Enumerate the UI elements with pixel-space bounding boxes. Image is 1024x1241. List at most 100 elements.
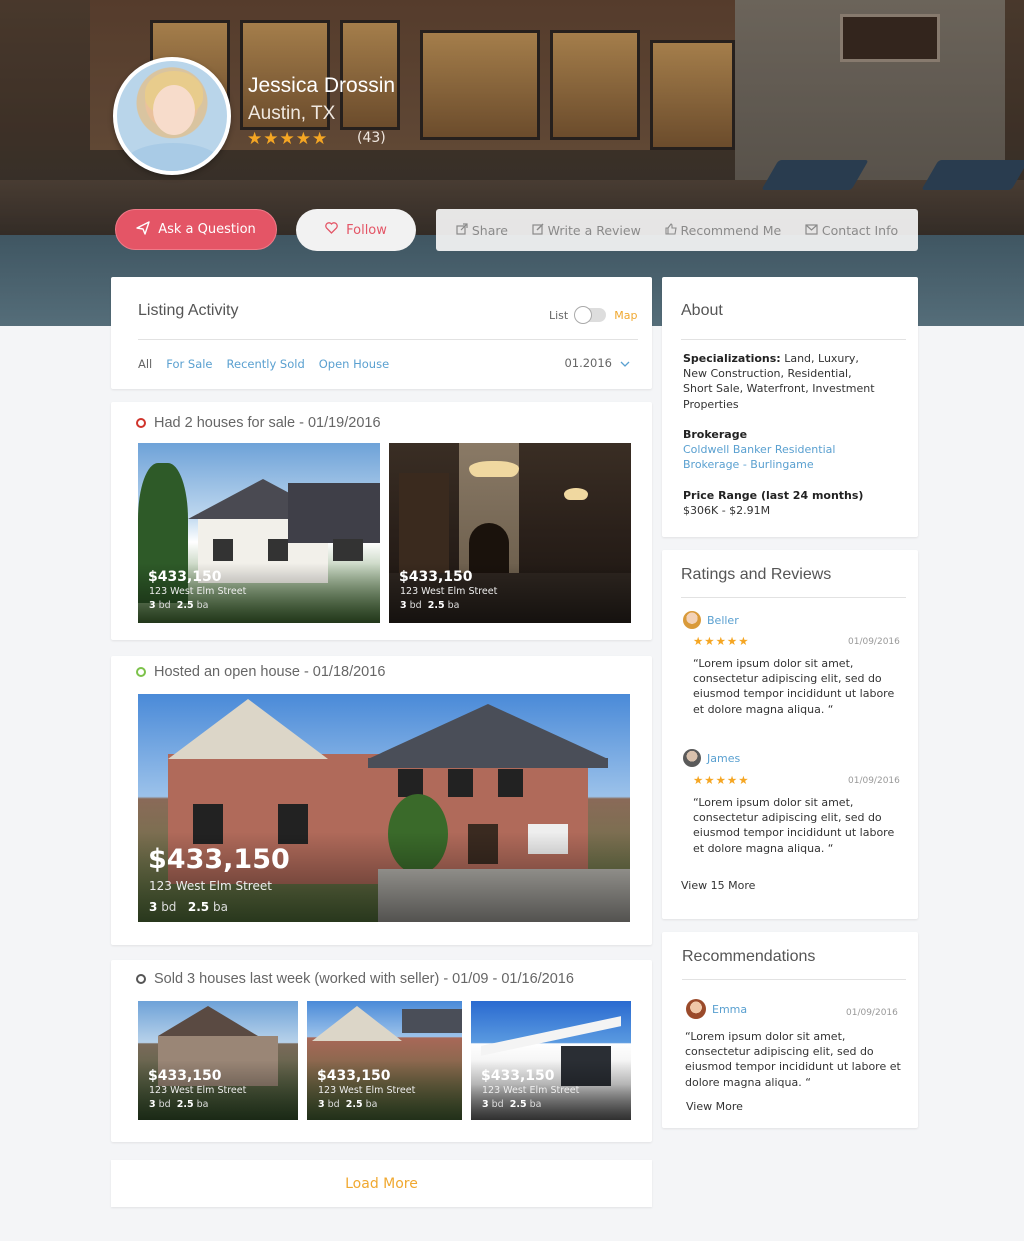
- listing-card[interactable]: $433,150 123 West Elm Street 3 bd 2.5 ba: [389, 443, 631, 623]
- recommendations-card: Recommendations Emma 01/09/2016 “Lorem i…: [662, 932, 918, 1128]
- share-button[interactable]: Share: [456, 223, 508, 238]
- reviewer[interactable]: James: [683, 749, 740, 767]
- date-filter-value: 01.2016: [564, 356, 612, 370]
- review-text: “Lorem ipsum dolor sit amet, consectetur…: [693, 657, 895, 716]
- listing-price: $433,150: [148, 569, 222, 585]
- send-icon: [136, 220, 150, 239]
- about-card: About Specializations: Land, Luxury, New…: [662, 277, 918, 537]
- activity-event-card: Sold 3 houses last week (worked with sel…: [111, 960, 652, 1142]
- listing-price: $433,150: [317, 1068, 391, 1084]
- listing-address: 123 West Elm Street: [149, 1085, 247, 1096]
- event-heading: Hosted an open house - 01/18/2016: [154, 664, 386, 680]
- share-label: Share: [471, 222, 508, 238]
- write-review-button[interactable]: Write a Review: [532, 223, 641, 238]
- listing-filters: All For Sale Recently Sold Open House: [138, 357, 389, 371]
- listing-specs: 3 bd 2.5 ba: [149, 900, 228, 914]
- listing-price: $433,150: [148, 1068, 222, 1084]
- agent-name: Jessica Drossin: [248, 74, 396, 97]
- listing-activity-title: Listing Activity: [138, 302, 239, 319]
- price-range-label: Price Range (last 24 months): [683, 489, 864, 502]
- activity-event-card: Had 2 houses for sale - 01/19/2016 $433,…: [111, 402, 652, 640]
- review-stars: ★★★★★: [693, 773, 750, 787]
- review-date: 01/09/2016: [848, 776, 900, 786]
- view-more-reviews-link[interactable]: View 15 More: [681, 878, 755, 893]
- listing-card[interactable]: $433,150 123 West Elm Street 3 bd 2.5 ba: [471, 1001, 631, 1120]
- listing-specs: 3 bd 2.5 ba: [149, 600, 209, 611]
- follow-label: Follow: [346, 222, 387, 238]
- ask-question-button[interactable]: Ask a Question: [115, 209, 277, 250]
- listing-address: 123 West Elm Street: [149, 586, 247, 597]
- brokerage-label: Brokerage: [683, 428, 748, 441]
- filter-open-house[interactable]: Open House: [319, 357, 389, 371]
- review-stars: ★★★★★: [693, 634, 750, 648]
- write-review-label: Write a Review: [547, 222, 641, 238]
- listing-address: 123 West Elm Street: [318, 1085, 416, 1096]
- agent-location: Austin, TX: [248, 103, 336, 124]
- listing-card[interactable]: $433,150 123 West Elm Street 3 bd 2.5 ba: [138, 694, 630, 922]
- reviewer-name: Beller: [707, 613, 739, 627]
- reviewer-avatar: [683, 749, 701, 767]
- follow-button[interactable]: Follow: [296, 209, 416, 251]
- load-more-button[interactable]: Load More: [111, 1160, 652, 1207]
- activity-event-card: Hosted an open house - 01/18/2016 $433,1…: [111, 656, 652, 945]
- filter-all[interactable]: All: [138, 357, 152, 371]
- listing-card[interactable]: $433,150 123 West Elm Street 3 bd 2.5 ba: [307, 1001, 462, 1120]
- listing-specs: 3 bd 2.5 ba: [482, 1099, 542, 1110]
- recommender-name: Emma: [712, 1002, 748, 1016]
- view-switch[interactable]: [574, 306, 607, 324]
- listing-activity-card: Listing Activity List Map All For Sale R…: [111, 277, 652, 389]
- envelope-icon: [805, 223, 818, 238]
- toggle-map-label[interactable]: Map: [614, 309, 637, 322]
- profile-avatar: [113, 57, 231, 175]
- listing-price: $433,150: [399, 569, 473, 585]
- recommendations-title: Recommendations: [682, 948, 816, 965]
- ratings-card: Ratings and Reviews Beller ★★★★★ 01/09/2…: [662, 550, 918, 919]
- review-date: 01/09/2016: [848, 637, 900, 647]
- sold-status-icon: [136, 974, 146, 984]
- brokerage-link[interactable]: Coldwell Banker Residential Brokerage - …: [683, 442, 853, 472]
- for-sale-status-icon: [136, 418, 146, 428]
- recommender[interactable]: Emma: [686, 999, 747, 1019]
- reviewer[interactable]: Beller: [683, 611, 739, 629]
- ratings-title: Ratings and Reviews: [681, 566, 832, 583]
- review-text: “Lorem ipsum dolor sit amet, consectetur…: [693, 796, 895, 855]
- date-filter-dropdown[interactable]: 01.2016: [564, 356, 630, 370]
- filter-recently-sold[interactable]: Recently Sold: [227, 357, 305, 371]
- thumbs-up-icon: [664, 222, 677, 238]
- review-count[interactable]: (43): [357, 130, 386, 146]
- event-heading: Had 2 houses for sale - 01/19/2016: [154, 415, 381, 431]
- ask-question-label: Ask a Question: [158, 222, 256, 237]
- reviewer-name: James: [707, 751, 741, 765]
- about-title: About: [681, 302, 723, 319]
- listing-address: 123 West Elm Street: [482, 1085, 580, 1096]
- rating-stars: ★★★★★: [247, 129, 329, 149]
- listing-specs: 3 bd 2.5 ba: [318, 1099, 378, 1110]
- price-range-value: $306K - $2.91M: [683, 504, 771, 517]
- listing-price: $433,150: [481, 1068, 555, 1084]
- recommendation-date: 01/09/2016: [846, 1008, 898, 1018]
- reviewer-avatar: [683, 611, 701, 629]
- contact-info-button[interactable]: Contact Info: [805, 223, 898, 238]
- profile-action-bar: Share Write a Review Recommend Me Contac…: [436, 209, 918, 251]
- open-house-status-icon: [136, 667, 146, 677]
- view-more-recommendations-link[interactable]: View More: [686, 1099, 743, 1114]
- specializations: Specializations: Land, Luxury, New Const…: [683, 352, 875, 411]
- contact-info-label: Contact Info: [821, 222, 899, 238]
- event-heading: Sold 3 houses last week (worked with sel…: [154, 971, 574, 987]
- view-toggle[interactable]: List Map: [549, 306, 637, 324]
- share-icon: [456, 222, 468, 238]
- listing-price: $433,150: [148, 844, 290, 875]
- filter-for-sale[interactable]: For Sale: [166, 357, 212, 371]
- listing-address: 123 West Elm Street: [400, 586, 498, 597]
- recommend-label: Recommend Me: [680, 222, 782, 238]
- toggle-list-label[interactable]: List: [549, 309, 568, 322]
- listing-card[interactable]: $433,150 123 West Elm Street 3 bd 2.5 ba: [138, 443, 380, 623]
- listing-address: 123 West Elm Street: [149, 879, 272, 893]
- listing-specs: 3 bd 2.5 ba: [400, 600, 460, 611]
- recommend-button[interactable]: Recommend Me: [664, 222, 782, 238]
- recommender-avatar: [686, 999, 706, 1019]
- listing-specs: 3 bd 2.5 ba: [149, 1099, 209, 1110]
- edit-icon: [532, 223, 544, 238]
- chevron-down-icon: [620, 357, 630, 370]
- listing-card[interactable]: $433,150 123 West Elm Street 3 bd 2.5 ba: [138, 1001, 298, 1120]
